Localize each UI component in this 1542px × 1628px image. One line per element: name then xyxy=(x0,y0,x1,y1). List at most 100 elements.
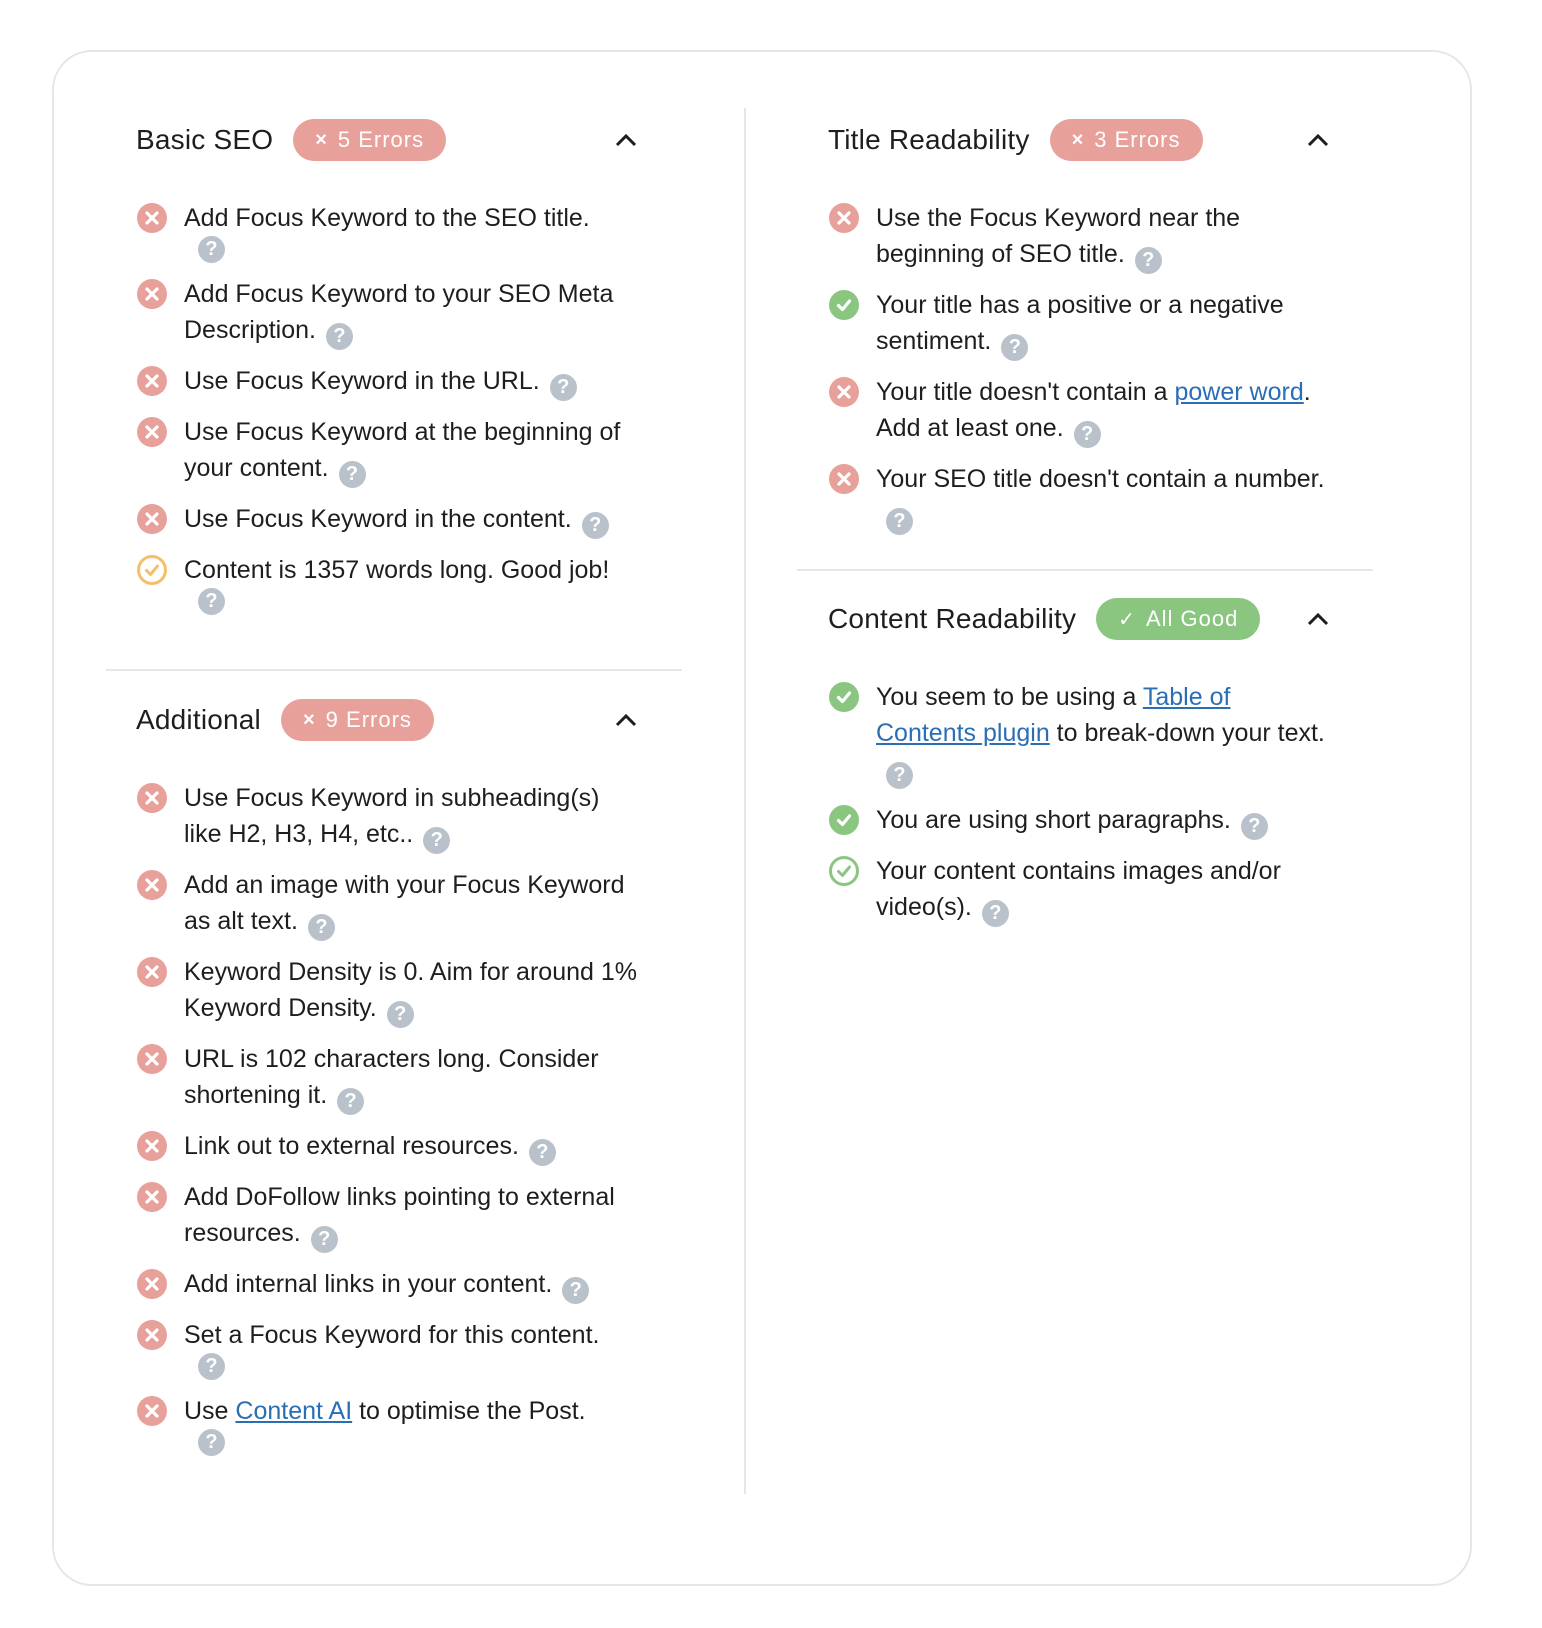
check-item: You are using short paragraphs.? xyxy=(828,802,1334,840)
check-item: Add Focus Keyword to the SEO title.? xyxy=(136,200,642,263)
help-question-icon[interactable]: ? xyxy=(198,236,225,263)
check-icon: ✓ xyxy=(1118,608,1136,631)
help-question-icon[interactable]: ? xyxy=(581,512,609,539)
help-question-icon[interactable]: ? xyxy=(198,1353,225,1380)
help-question-icon[interactable]: ? xyxy=(198,588,225,615)
section-header[interactable]: Basic SEO × 5 Errors xyxy=(136,118,642,162)
section-header[interactable]: Title Readability × 3 Errors xyxy=(828,118,1334,162)
success-check-icon xyxy=(829,290,859,320)
help-question-icon[interactable]: ? xyxy=(198,1429,225,1456)
error-x-icon xyxy=(137,1131,167,1161)
column-divider xyxy=(744,108,746,1494)
section-title: Basic SEO xyxy=(136,124,274,155)
error-x-icon xyxy=(137,1269,167,1299)
error-x-icon xyxy=(829,377,859,407)
check-item: URL is 102 characters long. Consider sho… xyxy=(136,1041,642,1115)
section-additional: Additional × 9 Errors Use Focus Keyword … xyxy=(136,698,642,1469)
help-question-icon[interactable]: ? xyxy=(386,1001,414,1028)
info-link[interactable]: Content AI xyxy=(235,1397,352,1425)
help-question-icon[interactable]: ? xyxy=(886,508,913,535)
error-x-icon xyxy=(137,279,167,309)
error-x-icon xyxy=(137,957,167,987)
badge-label: All Good xyxy=(1145,606,1239,631)
help-question-icon[interactable]: ? xyxy=(1240,813,1268,840)
chevron-up-icon[interactable] xyxy=(1302,603,1334,635)
error-x-icon xyxy=(137,870,167,900)
all-good-badge: ✓ All Good xyxy=(1096,598,1261,640)
section-title-readability: Title Readability × 3 Errors Use the Foc… xyxy=(828,118,1334,548)
badge-label: 3 Errors xyxy=(1094,127,1181,152)
help-question-icon[interactable]: ? xyxy=(1134,247,1162,274)
error-x-icon xyxy=(137,1396,167,1426)
error-x-icon xyxy=(137,504,167,534)
x-icon: × xyxy=(302,708,316,731)
check-item: You seem to be using a Table of Contents… xyxy=(828,679,1334,789)
error-x-icon xyxy=(137,1182,167,1212)
section-basic-seo: Basic SEO × 5 Errors Add Focus Keyword t… xyxy=(136,118,642,628)
check-list: You seem to be using a Table of Contents… xyxy=(828,679,1334,927)
check-item: Use Content AI to optimise the Post.? xyxy=(136,1393,642,1456)
help-question-icon[interactable]: ? xyxy=(338,461,366,488)
error-count-badge: × 9 Errors xyxy=(280,699,434,741)
section-title: Content Readability xyxy=(828,603,1077,634)
check-item-text: Set a Focus Keyword for this content. xyxy=(184,1321,600,1349)
check-item: Use Focus Keyword in the content.? xyxy=(136,501,642,539)
check-item-text: Add Focus Keyword to the SEO title. xyxy=(184,204,590,232)
check-item: Keyword Density is 0. Aim for around 1% … xyxy=(136,954,642,1028)
check-item-text: Your title has a positive or a negative … xyxy=(876,291,1284,355)
check-item-text: Use Focus Keyword in the content. xyxy=(184,505,572,533)
check-item: Link out to external resources.? xyxy=(136,1128,642,1166)
help-question-icon[interactable]: ? xyxy=(981,900,1009,927)
chevron-up-icon[interactable] xyxy=(610,124,642,156)
help-question-icon[interactable]: ? xyxy=(337,1088,365,1115)
error-x-icon xyxy=(137,783,167,813)
info-link[interactable]: power word xyxy=(1175,378,1304,406)
check-item: Your content contains images and/or vide… xyxy=(828,853,1334,927)
success-check-outline-icon xyxy=(829,856,859,886)
x-icon: × xyxy=(315,128,328,151)
error-x-icon xyxy=(137,1320,167,1350)
error-count-badge: × 5 Errors xyxy=(293,119,447,161)
check-item-text: Your content contains images and/or vide… xyxy=(876,857,1281,921)
chevron-up-icon[interactable] xyxy=(610,704,642,736)
check-item-text: Your SEO title doesn't contain a number. xyxy=(876,465,1325,493)
help-question-icon[interactable]: ? xyxy=(423,827,451,854)
check-item: Content is 1357 words long. Good job!? xyxy=(136,552,642,615)
chevron-up-icon[interactable] xyxy=(1302,124,1334,156)
badge-label: 5 Errors xyxy=(337,127,425,152)
check-item: Use Focus Keyword at the beginning of yo… xyxy=(136,414,642,488)
check-item-text: Use Focus Keyword at the beginning of yo… xyxy=(184,418,621,482)
help-question-icon[interactable]: ? xyxy=(528,1139,556,1166)
help-question-icon[interactable]: ? xyxy=(886,762,913,789)
check-item: Your SEO title doesn't contain a number.… xyxy=(828,461,1334,535)
check-item: Your title has a positive or a negative … xyxy=(828,287,1334,361)
badge-label: 9 Errors xyxy=(325,707,412,732)
check-item: Set a Focus Keyword for this content.? xyxy=(136,1317,642,1380)
error-x-icon xyxy=(137,203,167,233)
check-list: Add Focus Keyword to the SEO title.? Add … xyxy=(136,200,642,615)
check-item-text: Link out to external resources. xyxy=(184,1132,519,1160)
check-item-text: Content is 1357 words long. Good job! xyxy=(184,556,610,584)
section-header[interactable]: Additional × 9 Errors xyxy=(136,698,642,742)
help-question-icon[interactable]: ? xyxy=(549,374,577,401)
help-question-icon[interactable]: ? xyxy=(1001,334,1029,361)
error-count-badge: × 3 Errors xyxy=(1049,119,1203,161)
check-item-text: Add an image with your Focus Keyword as … xyxy=(184,871,625,935)
check-item: Use Focus Keyword in subheading(s) like … xyxy=(136,780,642,854)
error-x-icon xyxy=(137,417,167,447)
check-item: Add an image with your Focus Keyword as … xyxy=(136,867,642,941)
check-item: Use the Focus Keyword near the beginning… xyxy=(828,200,1334,274)
check-item: Use Focus Keyword in the URL.? xyxy=(136,363,642,401)
help-question-icon[interactable]: ? xyxy=(562,1277,590,1304)
section-header[interactable]: Content Readability ✓ All Good xyxy=(828,597,1334,641)
help-question-icon[interactable]: ? xyxy=(1073,421,1101,448)
help-question-icon[interactable]: ? xyxy=(307,914,335,941)
x-icon: × xyxy=(1071,128,1085,151)
check-item-text: You are using short paragraphs. xyxy=(876,806,1231,834)
error-x-icon xyxy=(829,464,859,494)
help-question-icon[interactable]: ? xyxy=(310,1226,338,1253)
help-question-icon[interactable]: ? xyxy=(326,323,353,350)
warning-check-icon xyxy=(137,555,167,585)
check-item-text: Use Focus Keyword in subheading(s) like … xyxy=(184,784,600,848)
success-check-icon xyxy=(829,682,859,712)
